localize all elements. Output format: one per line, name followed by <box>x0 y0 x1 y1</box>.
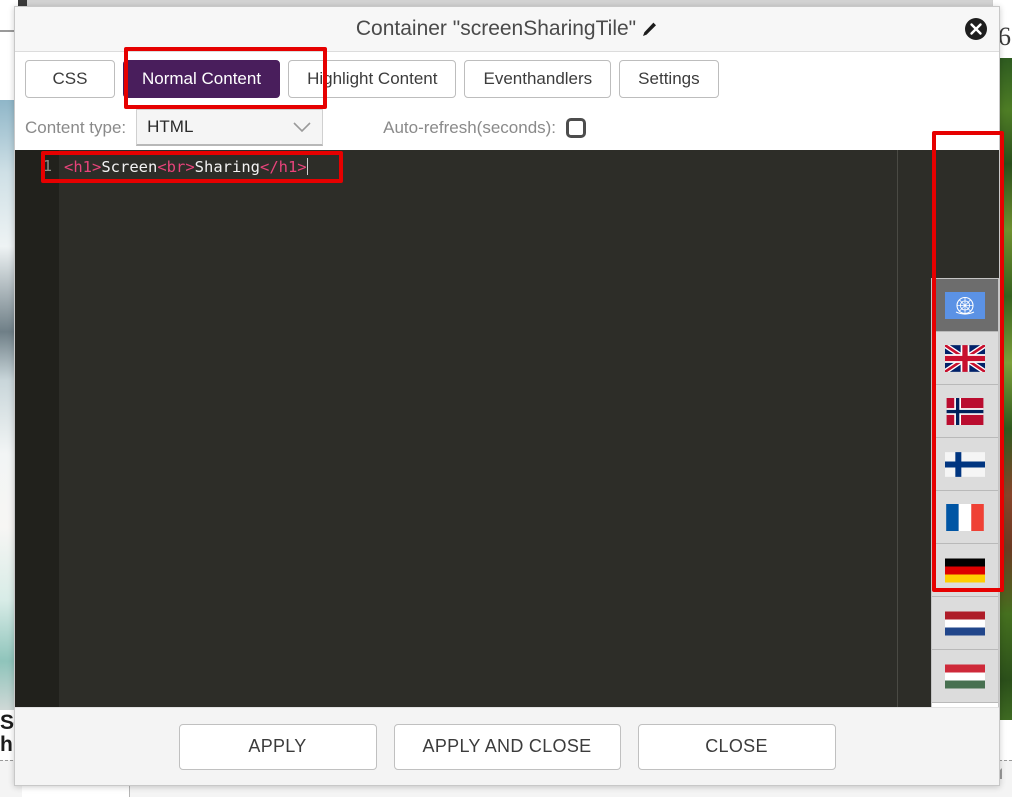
tab-normal-content[interactable]: Normal Content <box>123 59 281 98</box>
close-button[interactable]: CLOSE <box>637 723 836 770</box>
language-item-un[interactable] <box>932 279 998 332</box>
chevron-down-icon <box>292 121 312 133</box>
tab-highlight-content[interactable]: Highlight Content <box>288 59 457 98</box>
tab-eventhandlers-label: Eventhandlers <box>483 68 593 88</box>
code-token-open-h1: <h1> <box>64 158 102 176</box>
language-item-de[interactable] <box>932 544 998 597</box>
pencil-icon[interactable] <box>641 21 658 38</box>
language-item-hu[interactable] <box>932 650 998 703</box>
code-token-screen: Screen <box>101 158 158 176</box>
apply-button-label: APPLY <box>248 736 307 756</box>
line-number: 1 <box>42 157 52 175</box>
close-button-label: CLOSE <box>705 736 768 756</box>
un-flag-icon <box>945 291 985 319</box>
dialog-tabs: CSS Normal Content Highlight Content Eve… <box>15 52 999 105</box>
language-switcher <box>931 278 999 707</box>
editor-code-line[interactable]: <h1>Screen<br>Sharing</h1> <box>64 157 999 177</box>
editor-line-numbers: 1 <box>15 150 59 707</box>
apply-and-close-button-label: APPLY AND CLOSE <box>422 736 592 756</box>
auto-refresh-label: Auto-refresh(seconds): <box>383 117 557 137</box>
code-token-br: <br> <box>157 158 195 176</box>
tab-normal-content-label: Normal Content <box>142 68 262 88</box>
language-item-nl[interactable] <box>932 597 998 650</box>
apply-and-close-button[interactable]: APPLY AND CLOSE <box>393 723 621 770</box>
uk-flag-icon <box>945 344 985 372</box>
norway-flag-icon <box>946 397 984 425</box>
code-token-sharing: Sharing <box>194 158 260 176</box>
editor-guide-line <box>897 150 898 707</box>
language-item-no[interactable] <box>932 385 998 438</box>
tab-highlight-content-label: Highlight Content <box>307 68 438 88</box>
background-right-photo <box>998 58 1012 720</box>
language-item-fr[interactable] <box>932 491 998 544</box>
content-type-select[interactable]: HTML <box>136 109 324 146</box>
text-caret <box>306 158 308 175</box>
content-type-label: Content type: <box>25 117 127 137</box>
finland-flag-icon <box>945 451 985 477</box>
dialog-header: Container "screenSharingTile" <box>15 7 999 52</box>
content-editor: 1 <h1>Screen<br>Sharing</h1> <box>15 150 999 707</box>
editor-code-area[interactable]: <h1>Screen<br>Sharing</h1> <box>59 150 999 707</box>
dialog-footer: APPLY APPLY AND CLOSE CLOSE <box>15 707 999 785</box>
tab-css-label: CSS <box>52 68 88 88</box>
tab-settings[interactable]: Settings <box>619 59 719 98</box>
dialog-title: Container "screenSharingTile" <box>355 17 637 40</box>
auto-refresh-checkbox[interactable] <box>566 117 587 138</box>
tab-eventhandlers[interactable]: Eventhandlers <box>464 59 612 98</box>
container-settings-dialog: Container "screenSharingTile" CSS Normal… <box>14 6 1000 786</box>
content-type-row: Content type: HTML Auto-refresh(seconds)… <box>15 105 999 150</box>
germany-flag-icon <box>945 558 985 582</box>
tab-settings-label: Settings <box>638 68 700 88</box>
language-item-uk[interactable] <box>932 332 998 385</box>
screen: Sc h 6 Container "screenSharingTile" CSS… <box>0 0 1012 797</box>
tab-css[interactable]: CSS <box>25 59 115 98</box>
language-switcher-tail <box>932 703 998 707</box>
netherlands-flag-icon <box>945 611 985 635</box>
apply-button[interactable]: APPLY <box>178 723 377 770</box>
content-type-value: HTML <box>147 117 194 136</box>
background-left-notch <box>0 30 14 32</box>
close-icon[interactable] <box>964 17 988 41</box>
language-item-fi[interactable] <box>932 438 998 491</box>
hungary-flag-icon <box>945 664 985 688</box>
code-token-close-h1: </h1> <box>259 158 307 176</box>
france-flag-icon <box>946 503 984 531</box>
